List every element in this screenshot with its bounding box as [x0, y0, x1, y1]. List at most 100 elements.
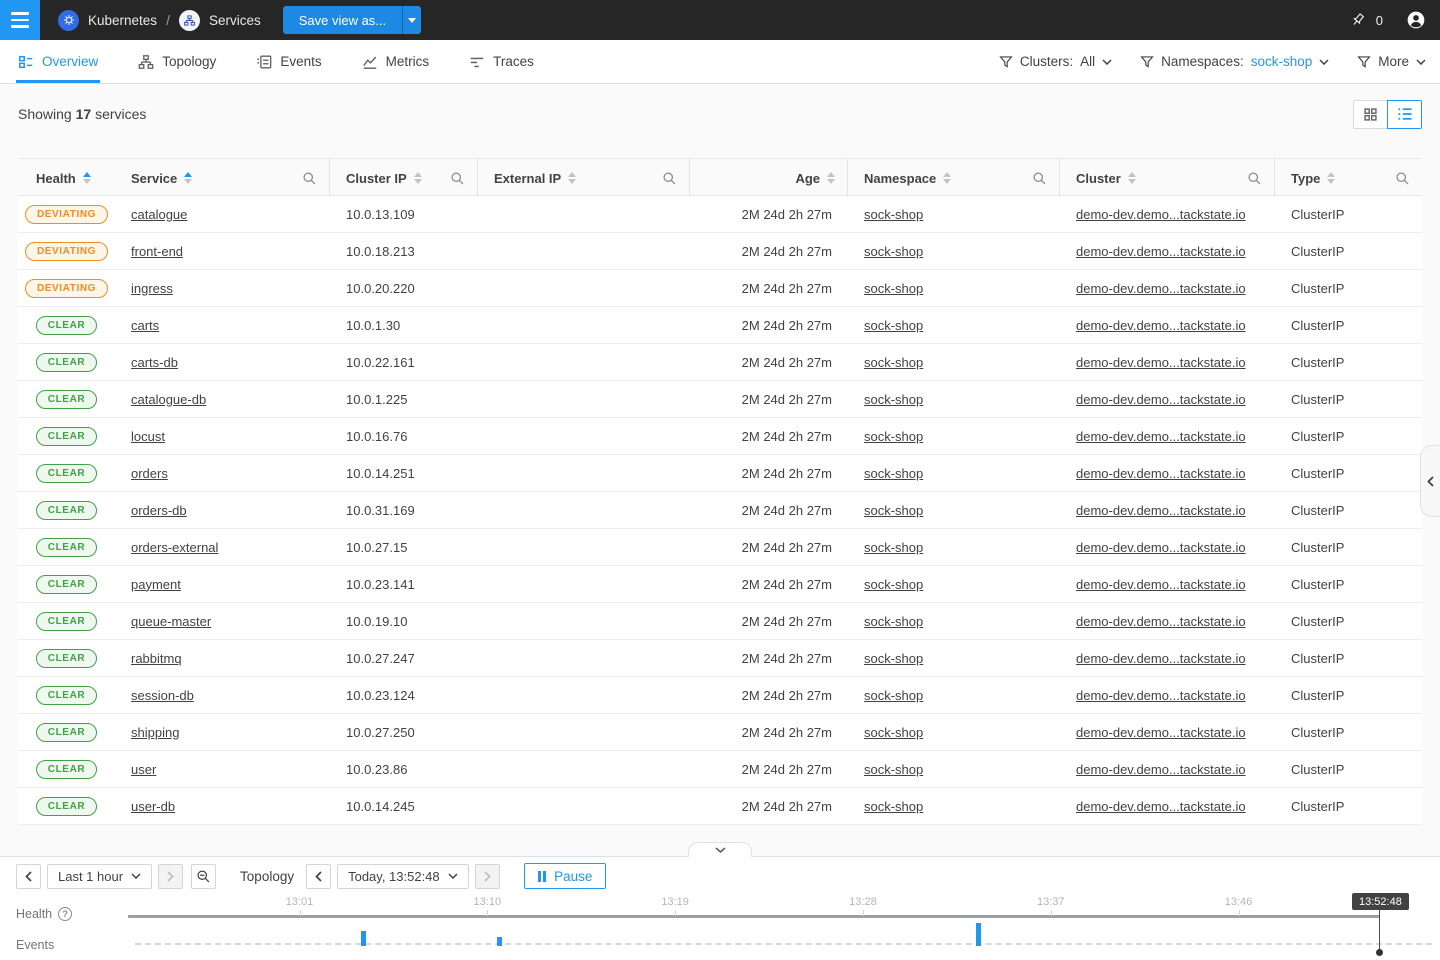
tab-traces[interactable]: Traces [467, 40, 536, 83]
sort-arrows-icon[interactable] [1327, 172, 1335, 184]
cluster-link[interactable]: demo-dev.demo...tackstate.io [1076, 466, 1246, 481]
namespace-link[interactable]: sock-shop [864, 577, 923, 592]
column-header[interactable]: Type [1275, 159, 1422, 197]
namespace-link[interactable]: sock-shop [864, 651, 923, 666]
namespace-link[interactable]: sock-shop [864, 466, 923, 481]
namespace-link[interactable]: sock-shop [864, 318, 923, 333]
namespace-link[interactable]: sock-shop [864, 540, 923, 555]
sort-arrows-icon[interactable] [184, 172, 192, 184]
details-panel-expand-handle[interactable] [1420, 445, 1440, 517]
sort-arrows-icon[interactable] [827, 172, 835, 184]
namespace-link[interactable]: sock-shop [864, 207, 923, 222]
topology-time-select[interactable]: Today, 13:52:48 [337, 864, 469, 889]
breadcrumb-kubernetes[interactable]: Kubernetes [58, 10, 157, 31]
cluster-link[interactable]: demo-dev.demo...tackstate.io [1076, 577, 1246, 592]
sort-arrows-icon[interactable] [943, 172, 951, 184]
time-back-button[interactable] [306, 864, 331, 889]
service-link[interactable]: session-db [131, 688, 194, 703]
pause-button[interactable]: Pause [524, 863, 607, 889]
tab-metrics[interactable]: Metrics [360, 40, 432, 83]
namespace-link[interactable]: sock-shop [864, 688, 923, 703]
cluster-link[interactable]: demo-dev.demo...tackstate.io [1076, 281, 1246, 296]
event-marker[interactable] [976, 923, 981, 946]
zoom-out-button[interactable] [191, 864, 216, 889]
range-forward-button[interactable] [158, 864, 183, 889]
grid-view-button[interactable] [1353, 100, 1388, 129]
list-view-button[interactable] [1387, 100, 1422, 129]
avatar[interactable] [1406, 10, 1426, 30]
cluster-link[interactable]: demo-dev.demo...tackstate.io [1076, 207, 1246, 222]
namespace-link[interactable]: sock-shop [864, 762, 923, 777]
cluster-link[interactable]: demo-dev.demo...tackstate.io [1076, 429, 1246, 444]
tab-topology[interactable]: Topology [136, 40, 218, 83]
timeline-collapse-tab[interactable] [688, 842, 752, 857]
column-header[interactable]: Age [690, 159, 848, 197]
cluster-link[interactable]: demo-dev.demo...tackstate.io [1076, 244, 1246, 259]
cluster-link[interactable]: demo-dev.demo...tackstate.io [1076, 725, 1246, 740]
service-link[interactable]: user-db [131, 799, 175, 814]
cluster-link[interactable]: demo-dev.demo...tackstate.io [1076, 762, 1246, 777]
namespace-link[interactable]: sock-shop [864, 281, 923, 296]
column-header[interactable]: Cluster [1060, 159, 1275, 197]
column-header[interactable]: Health [18, 159, 115, 197]
cluster-link[interactable]: demo-dev.demo...tackstate.io [1076, 355, 1246, 370]
cluster-link[interactable]: demo-dev.demo...tackstate.io [1076, 651, 1246, 666]
namespace-link[interactable]: sock-shop [864, 244, 923, 259]
column-header[interactable]: Namespace [848, 159, 1060, 197]
service-link[interactable]: payment [131, 577, 181, 592]
time-forward-button[interactable] [475, 864, 500, 889]
tab-events[interactable]: Events [254, 40, 323, 83]
filter-more[interactable]: More [1357, 54, 1426, 69]
namespace-link[interactable]: sock-shop [864, 429, 923, 444]
service-link[interactable]: user [131, 762, 156, 777]
cluster-link[interactable]: demo-dev.demo...tackstate.io [1076, 799, 1246, 814]
namespace-link[interactable]: sock-shop [864, 725, 923, 740]
column-header[interactable]: External IP [478, 159, 690, 197]
cluster-link[interactable]: demo-dev.demo...tackstate.io [1076, 540, 1246, 555]
search-icon[interactable] [302, 171, 317, 186]
service-link[interactable]: rabbitmq [131, 651, 182, 666]
service-link[interactable]: locust [131, 429, 165, 444]
service-link[interactable]: orders-external [131, 540, 218, 555]
search-icon[interactable] [1247, 171, 1262, 186]
save-view-caret-button[interactable] [402, 6, 421, 34]
search-icon[interactable] [1032, 171, 1047, 186]
breadcrumb-services[interactable]: Services [179, 10, 261, 31]
filter-clusters[interactable]: Clusters: All [999, 54, 1112, 69]
save-view-button[interactable]: Save view as... [283, 6, 402, 34]
sort-arrows-icon[interactable] [83, 172, 91, 184]
service-link[interactable]: shipping [131, 725, 179, 740]
column-header[interactable]: Cluster IP [330, 159, 478, 197]
search-icon[interactable] [450, 171, 465, 186]
service-link[interactable]: orders [131, 466, 168, 481]
event-marker[interactable] [361, 931, 366, 946]
help-icon[interactable]: ? [58, 907, 72, 921]
namespace-link[interactable]: sock-shop [864, 614, 923, 629]
search-icon[interactable] [662, 171, 677, 186]
range-back-button[interactable] [16, 864, 41, 889]
service-link[interactable]: queue-master [131, 614, 211, 629]
filter-namespaces[interactable]: Namespaces: sock-shop [1140, 54, 1329, 69]
namespace-link[interactable]: sock-shop [864, 392, 923, 407]
namespace-link[interactable]: sock-shop [864, 799, 923, 814]
tab-overview[interactable]: Overview [16, 40, 100, 83]
sort-arrows-icon[interactable] [568, 172, 576, 184]
service-link[interactable]: carts [131, 318, 159, 333]
cluster-link[interactable]: demo-dev.demo...tackstate.io [1076, 614, 1246, 629]
cluster-link[interactable]: demo-dev.demo...tackstate.io [1076, 503, 1246, 518]
namespace-link[interactable]: sock-shop [864, 503, 923, 518]
pin-icon[interactable] [1350, 12, 1367, 29]
event-marker[interactable] [497, 937, 502, 946]
service-link[interactable]: ingress [131, 281, 173, 296]
namespace-link[interactable]: sock-shop [864, 355, 923, 370]
menu-icon[interactable] [0, 0, 40, 40]
service-link[interactable]: catalogue [131, 207, 187, 222]
cluster-link[interactable]: demo-dev.demo...tackstate.io [1076, 688, 1246, 703]
sort-arrows-icon[interactable] [1128, 172, 1136, 184]
cluster-link[interactable]: demo-dev.demo...tackstate.io [1076, 392, 1246, 407]
search-icon[interactable] [1395, 171, 1410, 186]
service-link[interactable]: catalogue-db [131, 392, 206, 407]
sort-arrows-icon[interactable] [414, 172, 422, 184]
cluster-link[interactable]: demo-dev.demo...tackstate.io [1076, 318, 1246, 333]
service-link[interactable]: orders-db [131, 503, 187, 518]
